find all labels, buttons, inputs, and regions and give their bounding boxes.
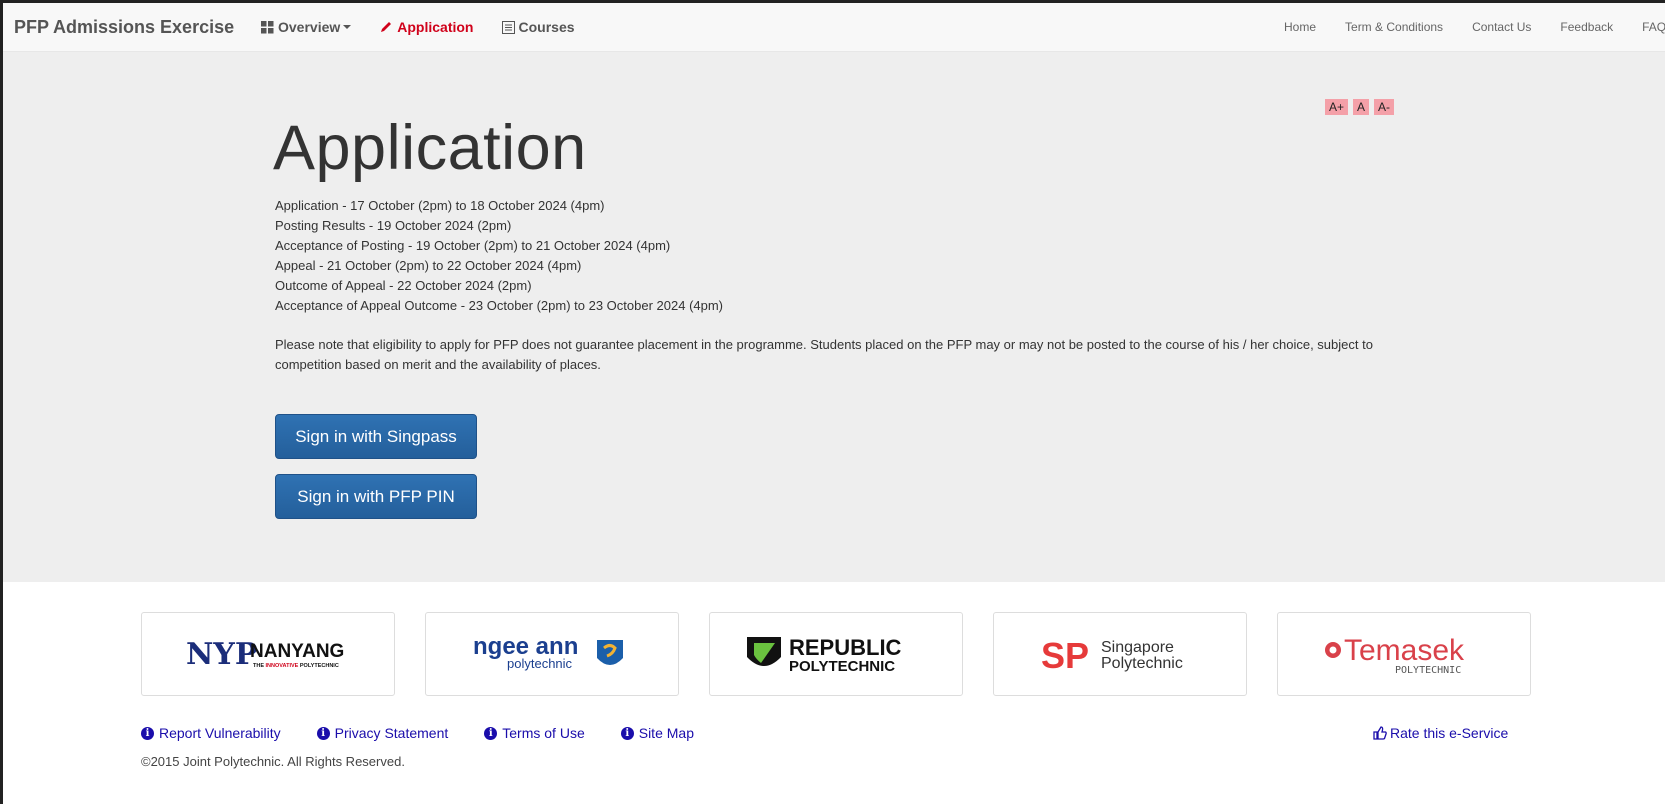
nav-feedback[interactable]: Feedback — [1560, 20, 1613, 34]
copyright-text: ©2015 Joint Polytechnic. All Rights Rese… — [141, 754, 405, 769]
logo-rp[interactable]: REPUBLIC POLYTECHNIC — [709, 612, 963, 696]
pfp-pin-signin-button[interactable]: Sign in with PFP PIN — [275, 474, 477, 519]
svg-text:THE INNOVATIVE POLYTECHNIC: THE INNOVATIVE POLYTECHNIC — [253, 663, 339, 669]
tp-logo: Temasek POLYTECHNIC — [1325, 634, 1465, 676]
polytechnic-logos: NYP NANYANG THE INNOVATIVE POLYTECHNIC n… — [141, 612, 1531, 696]
schedule-item: Posting Results - 19 October 2024 (2pm) — [275, 218, 512, 233]
np-sub: polytechnic — [507, 656, 573, 671]
terms-of-use-link[interactable]: i Terms of Use — [484, 725, 585, 741]
nav-contact-us[interactable]: Contact Us — [1472, 20, 1531, 34]
font-decrease-button[interactable]: A- — [1374, 99, 1395, 115]
report-vulnerability-link[interactable]: i Report Vulnerability — [141, 725, 281, 741]
chevron-down-icon — [343, 25, 352, 29]
top-navbar: PFP Admissions Exercise Overview Applica… — [3, 3, 1665, 52]
nyp-tagline-post: POLYTECHNIC — [298, 663, 338, 669]
logo-nyp[interactable]: NYP NANYANG THE INNOVATIVE POLYTECHNIC — [141, 612, 395, 696]
nyp-tagline-pre: THE — [253, 663, 266, 669]
rp-logo: REPUBLIC POLYTECHNIC — [747, 635, 902, 675]
eligibility-note: Please note that eligibility to apply fo… — [275, 337, 1373, 372]
privacy-statement-link[interactable]: i Privacy Statement — [316, 725, 449, 741]
nav-courses-label: Courses — [518, 19, 575, 35]
info-icon: i — [141, 726, 154, 740]
nav-faqs[interactable]: FAQs — [1642, 20, 1665, 34]
font-size-controls: A+ A A- — [1325, 99, 1395, 115]
page-title: Application — [273, 113, 587, 183]
schedule-item: Acceptance of Posting - 19 October (2pm)… — [275, 238, 671, 253]
schedule-item: Application - 17 October (2pm) to 18 Oct… — [275, 198, 605, 213]
site-map-label: Site Map — [638, 725, 694, 741]
nyp-name: NANYANG — [250, 641, 344, 662]
nav-courses[interactable]: Courses — [501, 19, 575, 35]
nav-application-label: Application — [397, 19, 474, 35]
secondary-nav: Home Term & Conditions Contact Us Feedba… — [1284, 3, 1665, 51]
sp-logo: SP Singapore Polytechnic — [1041, 635, 1183, 676]
grid-icon — [261, 20, 274, 33]
schedule-item: Appeal - 21 October (2pm) to 22 October … — [275, 258, 582, 273]
logo-np[interactable]: ngee ann polytechnic — [425, 612, 679, 696]
rate-service-link[interactable]: Rate this e-Service — [1373, 725, 1508, 741]
np-logo: ngee ann polytechnic — [473, 633, 623, 671]
nav-application[interactable]: Application — [379, 19, 474, 35]
report-vulnerability-label: Report Vulnerability — [159, 725, 281, 741]
site-map-link[interactable]: i Site Map — [620, 725, 694, 741]
schedule-item: Outcome of Appeal - 22 October 2024 (2pm… — [275, 278, 532, 293]
tp-sub: POLYTECHNIC — [1395, 665, 1461, 676]
nyp-logo: NYP NANYANG THE INNOVATIVE POLYTECHNIC — [186, 637, 344, 672]
brand-title[interactable]: PFP Admissions Exercise — [14, 17, 234, 38]
list-icon — [501, 20, 515, 34]
info-icon: i — [620, 726, 634, 740]
rate-service-label: Rate this e-Service — [1390, 725, 1509, 741]
nav-terms-conditions[interactable]: Term & Conditions — [1345, 20, 1443, 34]
thumbs-up-icon — [1373, 726, 1387, 740]
sp-name: Singapore — [1101, 639, 1174, 656]
rp-sub: POLYTECHNIC — [789, 658, 895, 675]
sp-mark: SP — [1041, 635, 1089, 676]
tp-name: Temasek — [1344, 634, 1465, 667]
footer-links: i Report Vulnerability i Privacy Stateme… — [141, 725, 730, 741]
schedule-list: Application - 17 October (2pm) to 18 Oct… — [275, 196, 723, 316]
logo-sp[interactable]: SP Singapore Polytechnic — [993, 612, 1247, 696]
font-normal-button[interactable]: A — [1353, 99, 1370, 115]
singpass-signin-button[interactable]: Sign in with Singpass — [275, 414, 477, 459]
nav-overview-label: Overview — [278, 19, 341, 35]
info-icon: i — [484, 726, 498, 740]
font-increase-button[interactable]: A+ — [1325, 99, 1349, 115]
nyp-tagline-em: INNOVATIVE — [266, 663, 299, 669]
sp-sub: Polytechnic — [1101, 655, 1183, 672]
terms-of-use-label: Terms of Use — [502, 725, 585, 741]
main-jumbotron: A+ A A- Application Application - 17 Oct… — [3, 52, 1665, 582]
rp-name: REPUBLIC — [789, 635, 902, 660]
info-icon: i — [316, 726, 330, 740]
logo-tp[interactable]: Temasek POLYTECHNIC — [1277, 612, 1531, 696]
schedule-item: Acceptance of Appeal Outcome - 23 Octobe… — [275, 298, 724, 313]
nyp-mark: NYP — [186, 637, 257, 672]
nav-home[interactable]: Home — [1284, 20, 1316, 34]
privacy-statement-label: Privacy Statement — [334, 725, 449, 741]
pencil-icon — [381, 22, 392, 32]
main-nav: Overview Application Courses — [261, 3, 603, 51]
nav-overview[interactable]: Overview — [261, 19, 352, 35]
